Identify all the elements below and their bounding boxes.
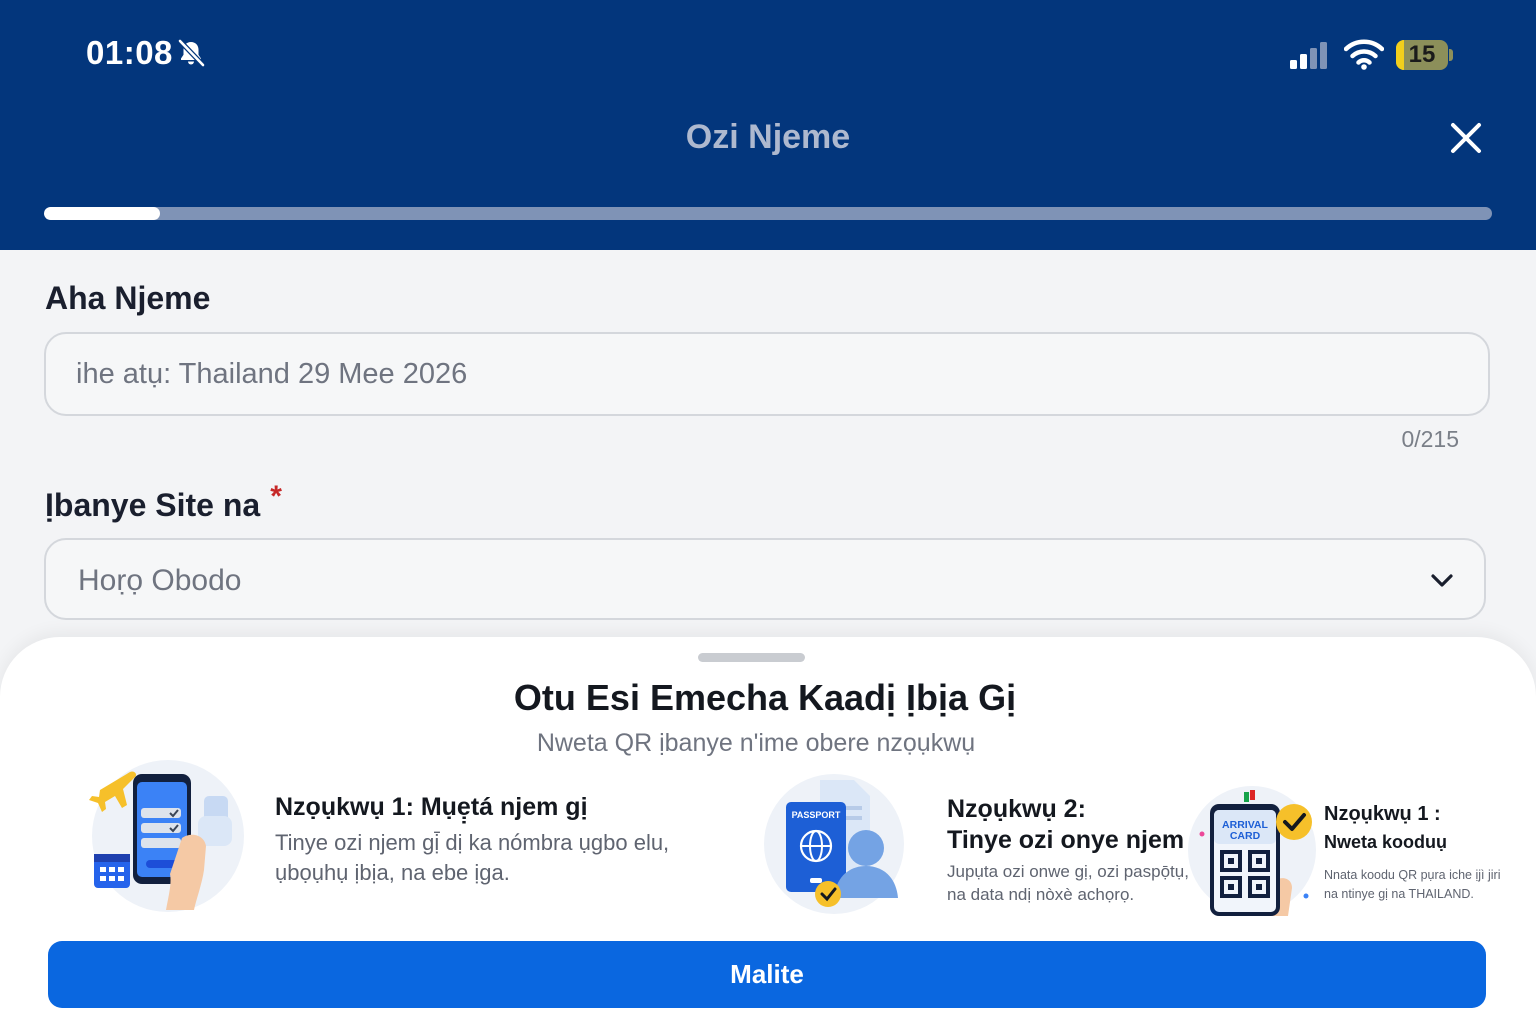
step-3-title-line1: Nzọụkwụ 1 :	[1324, 803, 1441, 825]
status-time: 01:08	[86, 34, 173, 71]
step-2-desc-line1: Jupụta ozi onwe gị, ozi paspọ̄tụ,	[947, 862, 1189, 881]
progress-fill	[44, 207, 160, 220]
arrival-card-label-2: CARD	[1230, 830, 1261, 842]
step-3-desc-line2: na ntinye gị na THAILAND.	[1324, 887, 1474, 901]
char-counter: 0/215	[1401, 426, 1459, 452]
phone-checklist-icon	[89, 760, 244, 912]
battery-tip	[1449, 49, 1453, 61]
trip-name-label: Aha Njeme	[45, 280, 211, 316]
step-3-desc-line1: Nnata koodu QR pụra iche ịjì jiri	[1324, 868, 1501, 882]
step-2-title-line1: Nzọụkwụ 2:	[947, 795, 1086, 823]
country-select[interactable]: Hoṛọ Obodo	[44, 538, 1486, 620]
passport-label: PASSPORT	[792, 810, 841, 820]
app-header: 01:08 15 Ozi Njeme	[0, 0, 1536, 250]
passport-icon: PASSPORT	[764, 774, 904, 914]
close-icon[interactable]	[1446, 118, 1486, 158]
cellular-signal-icon	[1290, 42, 1327, 69]
departure-label: Ịbanye Site na *	[45, 480, 282, 524]
sheet-title: Otu Esi Emecha Kaadị Ịbịa Gị	[513, 677, 1017, 718]
continue-button[interactable]: Malite	[48, 941, 1486, 1008]
battery-body: 15	[1396, 40, 1448, 70]
trip-name-input[interactable]	[44, 332, 1490, 416]
country-select-value: Hoṛọ Obodo	[78, 564, 242, 597]
chevron-down-icon	[1431, 574, 1453, 587]
step-1-title: Nzọụkwụ 1: Mụẹ̣tá njem gị	[275, 793, 588, 821]
step-2-title-line2: Tinye ozi onye njem	[947, 826, 1185, 854]
step-1-desc-line1: Tinye ozi njem gị̄ dị ka nómbra ụgbo elu…	[275, 830, 670, 855]
progress-bar	[44, 207, 1492, 220]
step-1-desc-line2: ụbọụhụ ịbịa, na ebe ịga.	[275, 860, 510, 885]
sheet-subtitle: Nweta QR ịbanye n'ime obere nzọụkwụ	[536, 729, 976, 757]
drag-handle[interactable]	[698, 653, 805, 662]
bell-muted-icon	[178, 39, 205, 67]
departure-label-text: Ịbanye Site na	[45, 487, 261, 523]
step-2-desc-line2: na data ndị nòxè achọrọ.	[947, 885, 1135, 904]
page-title: Ozi Njeme	[685, 118, 851, 156]
wifi-icon	[1344, 39, 1384, 70]
battery-level: 15	[1408, 41, 1436, 68]
battery-indicator: 15	[1396, 40, 1454, 70]
required-mark: *	[270, 480, 282, 513]
qr-arrival-card-icon: ARRIVAL CARD	[1188, 786, 1316, 916]
step-3-title-line2: Nweta kooduụ	[1324, 832, 1448, 852]
